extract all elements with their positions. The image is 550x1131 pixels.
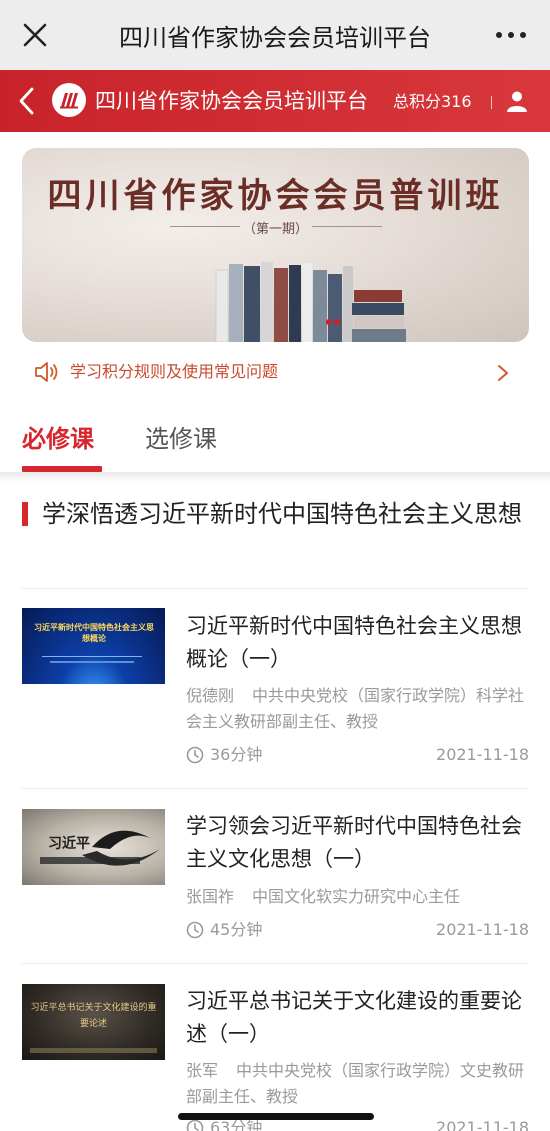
wechat-titlebar: 四川省作家协会会员培训平台 xyxy=(0,0,550,70)
course-date: 2021-11-18 xyxy=(436,920,529,939)
clock-icon xyxy=(186,921,204,939)
clock-icon xyxy=(186,746,204,764)
course-title: 习近平新时代中国特色社会主义思想概论（一） xyxy=(186,614,522,671)
course-thumbnail: 习近平总书记关于文化建设的重要论述 xyxy=(22,984,165,1060)
banner-title: 四川省作家协会会员普训班 xyxy=(47,176,504,216)
teacher-org: 中国文化软实力研究中心主任 xyxy=(252,887,461,906)
course-thumbnail: 习近平新时代中国特色社会主义思想概论 xyxy=(22,608,165,684)
user-icon[interactable] xyxy=(506,90,528,112)
thumbnail-caption: 习近平 xyxy=(48,836,90,852)
teacher-org: 中共中央党校（国家行政学院）文史教研部副主任、教授 xyxy=(186,1061,525,1106)
chevron-right-icon xyxy=(498,365,508,381)
thumbnail-art xyxy=(40,830,160,866)
course-title: 学习领会习近平新时代中国特色社会主义文化思想（一） xyxy=(186,814,522,871)
divider xyxy=(22,963,529,964)
thumbnail-line xyxy=(42,656,142,657)
course-date: 2021-11-18 xyxy=(436,745,529,764)
course-meta: 36分钟 2021-11-18 xyxy=(186,743,529,767)
course-tabs: 必修课 选修课 xyxy=(0,410,550,474)
tab-elective[interactable]: 选修课 xyxy=(145,422,217,456)
course-teacher: 张军 中共中央党校（国家行政学院）文史教研部副主任、教授 xyxy=(186,1058,529,1110)
course-teacher: 倪德刚 中共中央党校（国家行政学院）科学社会主义教研部副主任、教授 xyxy=(186,683,529,735)
app-title: 四川省作家协会会员培训平台 xyxy=(95,89,368,113)
banner-subtitle: （第一期） xyxy=(242,222,308,237)
clock-icon xyxy=(186,1119,204,1131)
total-points: 总积分316 xyxy=(393,92,472,111)
tab-required[interactable]: 必修课 xyxy=(22,422,94,456)
thumbnail-line xyxy=(50,661,134,663)
teacher-org: 中共中央党校（国家行政学院）科学社会主义教研部副主任、教授 xyxy=(186,686,525,731)
app-header: 四川省作家协会会员培训平台 总积分316 xyxy=(0,70,550,132)
divider xyxy=(22,788,529,789)
course-teacher: 张国祚 中国文化软实力研究中心主任 xyxy=(186,884,529,910)
course-meta: 45分钟 2021-11-18 xyxy=(186,918,529,942)
teacher-name: 张国祚 xyxy=(186,887,235,906)
home-indicator[interactable] xyxy=(178,1113,374,1120)
thumbnail-line xyxy=(30,1048,157,1053)
thumbnail-caption: 习近平总书记关于文化建设的重要论述 xyxy=(30,1003,157,1029)
course-thumbnail: 习近平 xyxy=(22,809,165,885)
course-banner[interactable]: 四川省作家协会会员普训班 （第一期） xyxy=(22,148,529,342)
section-title: 学深悟透习近平新时代中国特色社会主义思想 xyxy=(42,500,522,528)
logo-icon xyxy=(52,83,86,117)
back-icon[interactable] xyxy=(16,86,38,116)
books-illustration xyxy=(215,262,406,342)
course-title: 习近平总书记关于文化建设的重要论述（一） xyxy=(186,989,522,1046)
more-icon[interactable] xyxy=(494,26,528,44)
banner-line-right xyxy=(312,226,382,227)
points-rules-notice[interactable]: 学习积分规则及使用常见问题 xyxy=(22,352,529,392)
close-icon[interactable] xyxy=(22,22,48,48)
notice-text: 学习积分规则及使用常见问题 xyxy=(70,362,279,381)
thumbnail-caption: 习近平新时代中国特色社会主义思想概论 xyxy=(34,623,154,643)
course-duration: 45分钟 xyxy=(210,920,263,939)
course-date: 2021-11-18 xyxy=(436,1118,529,1131)
teacher-name: 张军 xyxy=(186,1061,219,1080)
divider xyxy=(22,588,529,589)
wechat-page-title: 四川省作家协会会员培训平台 xyxy=(119,24,431,52)
teacher-name: 倪德刚 xyxy=(186,686,235,705)
speaker-icon xyxy=(35,362,58,382)
tabs-shadow xyxy=(0,472,550,482)
course-duration: 36分钟 xyxy=(210,745,263,764)
section-marker xyxy=(22,502,28,526)
header-divider xyxy=(491,96,492,109)
